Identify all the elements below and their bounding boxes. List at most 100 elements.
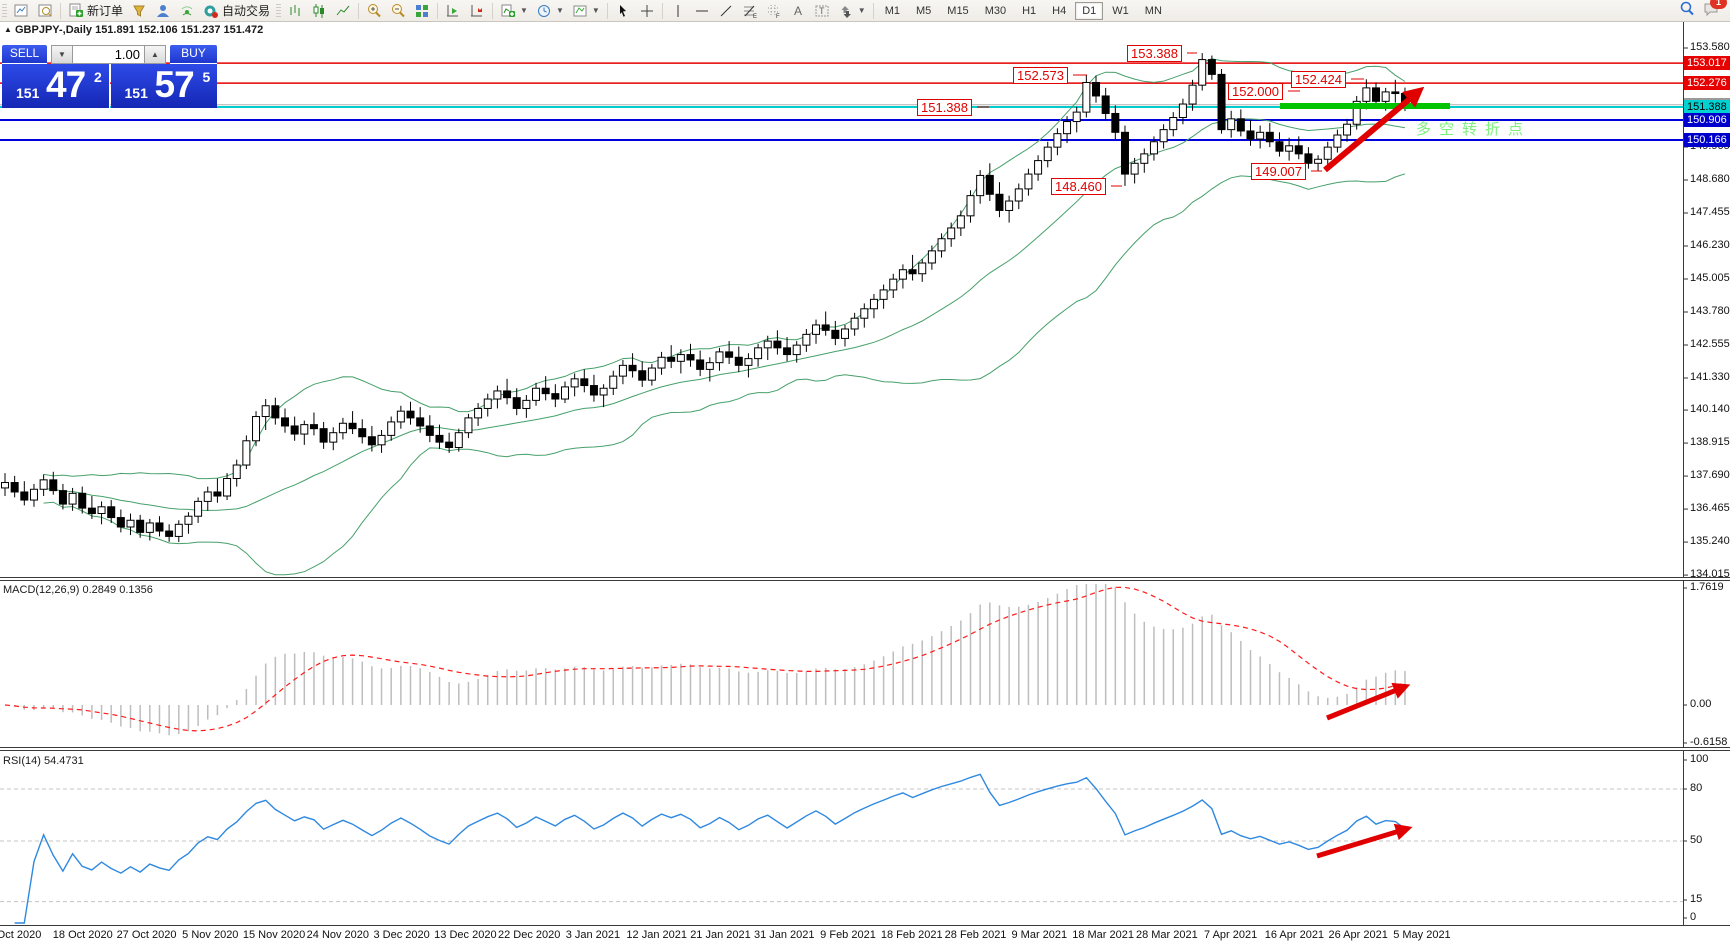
price-tick: 146.230 bbox=[1690, 239, 1730, 251]
price-tick: 136.465 bbox=[1690, 502, 1730, 514]
new-order-button[interactable]: 新订单 bbox=[64, 1, 127, 20]
timeframe-w1[interactable]: W1 bbox=[1105, 2, 1136, 20]
date-label: 26 Apr 2021 bbox=[1328, 929, 1387, 941]
chat-badge: 1 bbox=[1710, 0, 1727, 9]
zoom-out-button[interactable] bbox=[386, 2, 410, 20]
profile-window-icon bbox=[37, 3, 53, 19]
volume-decrease-button[interactable]: ▼ bbox=[51, 45, 73, 64]
chart-window-button[interactable] bbox=[9, 2, 33, 20]
search-button[interactable] bbox=[1679, 1, 1695, 20]
auto-trading-icon bbox=[203, 3, 219, 19]
price-badge: 152.276 bbox=[1684, 76, 1730, 90]
date-label: 9 Feb 2021 bbox=[820, 929, 876, 941]
price-tick: 142.555 bbox=[1690, 338, 1730, 350]
new-order-icon bbox=[68, 3, 84, 19]
price-tick: 138.915 bbox=[1690, 436, 1730, 448]
symbol-ohlc-text: GBPJPY-,Daily 151.891 152.106 151.237 15… bbox=[15, 24, 263, 36]
zoom-in-icon bbox=[366, 3, 382, 19]
chat-button[interactable]: 1 bbox=[1703, 1, 1720, 20]
one-click-trading-panel: SELL ▼ 1.00 ▲ BUY 151 47 2 151 57 5 bbox=[2, 45, 217, 108]
main-macd-separator[interactable] bbox=[0, 577, 1730, 581]
main-toolbar: 新订单 自动交易 ▼ ▼ ▼ E F A T ▼ bbox=[0, 0, 1730, 22]
vertical-line-icon bbox=[670, 3, 686, 19]
profile-window-button[interactable] bbox=[33, 2, 57, 20]
volume-increase-button[interactable]: ▲ bbox=[144, 45, 166, 64]
date-label: 18 Oct 2020 bbox=[53, 929, 113, 941]
date-label: 5 May 2021 bbox=[1393, 929, 1450, 941]
bar-chart-button[interactable] bbox=[283, 2, 307, 20]
timeframe-d1[interactable]: D1 bbox=[1075, 2, 1103, 20]
zoom-out-icon bbox=[390, 3, 406, 19]
price-callout[interactable]: 152.573 bbox=[1013, 67, 1068, 84]
vertical-line-tool[interactable] bbox=[666, 2, 690, 20]
price-callout[interactable]: 153.388 bbox=[1127, 45, 1182, 62]
arrows-dropdown[interactable]: ▼ bbox=[834, 2, 870, 20]
arrows-icon bbox=[838, 3, 854, 19]
price-axis-line bbox=[1683, 21, 1684, 925]
market-watch-button[interactable] bbox=[151, 2, 175, 20]
toolbar-grip[interactable] bbox=[2, 4, 7, 18]
price-badge: 150.166 bbox=[1684, 133, 1730, 147]
clock-icon bbox=[536, 3, 552, 19]
template-dropdown[interactable]: ▼ bbox=[568, 2, 604, 20]
tile-windows-button[interactable] bbox=[410, 2, 434, 20]
crosshair-tool-button[interactable] bbox=[635, 2, 659, 20]
price-callout[interactable]: 149.007 bbox=[1251, 163, 1306, 180]
sell-price-box[interactable]: 151 47 2 bbox=[2, 64, 110, 108]
cursor-tool-button[interactable] bbox=[611, 2, 635, 20]
timeframe-h4[interactable]: H4 bbox=[1045, 2, 1073, 20]
timeframe-m30[interactable]: M30 bbox=[978, 2, 1013, 20]
signals-button[interactable] bbox=[175, 2, 199, 20]
candlestick-chart-button[interactable] bbox=[307, 2, 331, 20]
date-label: 3 Jan 2021 bbox=[566, 929, 620, 941]
fibonacci-icon: E bbox=[742, 3, 758, 19]
text-label-tool[interactable]: T bbox=[810, 2, 834, 20]
date-label: 28 Feb 2021 bbox=[945, 929, 1007, 941]
svg-text:A: A bbox=[794, 4, 802, 18]
horizontal-line-tool[interactable] bbox=[690, 2, 714, 20]
collapse-triangle-icon: ▲ bbox=[4, 25, 12, 34]
rsi-axis-tick: 80 bbox=[1690, 782, 1702, 794]
add-indicator-dropdown[interactable]: ▼ bbox=[496, 2, 532, 20]
buy-price-box[interactable]: 151 57 5 bbox=[111, 64, 218, 108]
price-tick: 134.015 bbox=[1690, 568, 1730, 580]
line-chart-button[interactable] bbox=[331, 2, 355, 20]
date-label: 13 Dec 2020 bbox=[434, 929, 496, 941]
fibonacci-tool[interactable]: E bbox=[738, 2, 762, 20]
grid-tool[interactable]: F bbox=[762, 2, 786, 20]
stop-tester-button[interactable] bbox=[465, 2, 489, 20]
svg-text:E: E bbox=[753, 14, 757, 19]
auto-trading-label: 自动交易 bbox=[222, 2, 270, 19]
price-callout[interactable]: 151.388 bbox=[917, 99, 972, 116]
price-callout[interactable]: 148.460 bbox=[1051, 178, 1106, 195]
template-icon bbox=[572, 3, 588, 19]
tester-stop-icon bbox=[469, 3, 485, 19]
timeframe-m15[interactable]: M15 bbox=[940, 2, 975, 20]
strategy-tester-button[interactable] bbox=[441, 2, 465, 20]
rsi-axis-tick: 100 bbox=[1690, 753, 1708, 765]
text-tool[interactable]: A bbox=[786, 2, 810, 20]
candlestick-chart-icon bbox=[311, 3, 327, 19]
timeframe-m5[interactable]: M5 bbox=[909, 2, 938, 20]
sell-button[interactable]: SELL bbox=[2, 45, 47, 64]
price-badge: 150.906 bbox=[1684, 113, 1730, 127]
buy-button[interactable]: BUY bbox=[170, 45, 217, 64]
timeframe-m1[interactable]: M1 bbox=[878, 2, 907, 20]
trendline-tool[interactable] bbox=[714, 2, 738, 20]
date-label: 21 Jan 2021 bbox=[690, 929, 751, 941]
svg-text:T: T bbox=[819, 6, 825, 16]
auto-trading-button[interactable]: 自动交易 bbox=[199, 1, 274, 20]
cn-annotation-text[interactable]: 多空转折点 bbox=[1416, 118, 1531, 139]
price-callout[interactable]: 152.000 bbox=[1228, 83, 1283, 100]
price-callout[interactable]: 152.424 bbox=[1291, 71, 1346, 88]
chart-canvas[interactable] bbox=[0, 0, 1730, 945]
timeframe-h1[interactable]: H1 bbox=[1015, 2, 1043, 20]
zoom-in-button[interactable] bbox=[362, 2, 386, 20]
volume-input[interactable]: 1.00 bbox=[73, 45, 144, 64]
timeframe-mn[interactable]: MN bbox=[1138, 2, 1169, 20]
metaeditor-button[interactable] bbox=[127, 2, 151, 20]
symbol-ohlc-line[interactable]: ▲ GBPJPY-,Daily 151.891 152.106 151.237 … bbox=[4, 24, 263, 36]
macd-rsi-separator[interactable] bbox=[0, 747, 1730, 751]
period-dropdown[interactable]: ▼ bbox=[532, 2, 568, 20]
date-label: 24 Nov 2020 bbox=[307, 929, 369, 941]
